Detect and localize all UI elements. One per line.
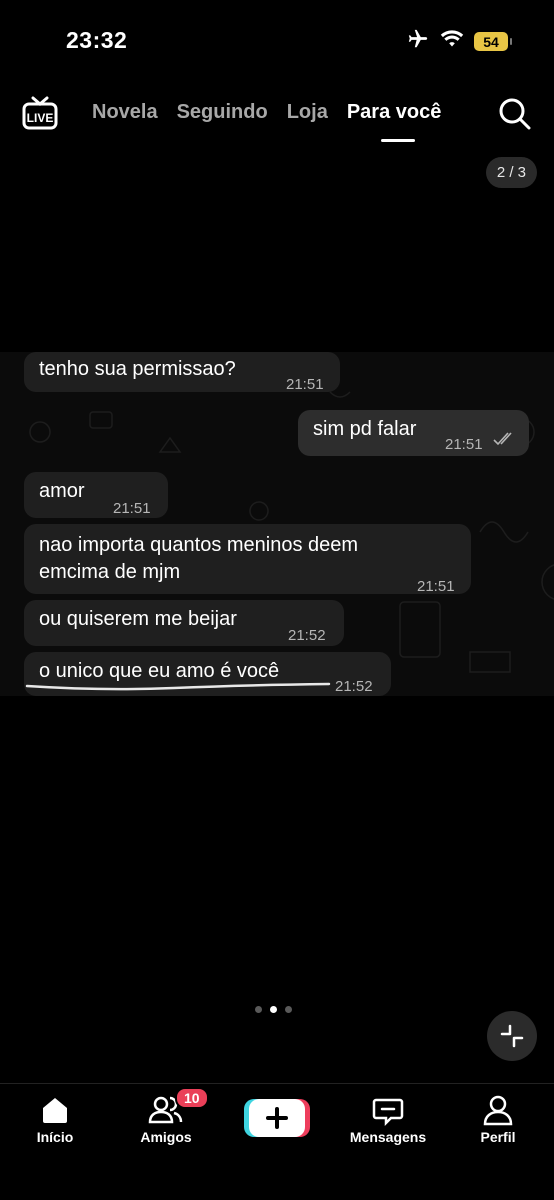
top-tabs: Novela Seguindo Loja Para você	[92, 101, 441, 142]
nav-inicio[interactable]: Início	[5, 1094, 105, 1145]
wifi-icon	[440, 29, 464, 54]
nav-label: Perfil	[480, 1129, 516, 1145]
message-time: 21:51	[113, 500, 151, 517]
tab-para-voce[interactable]: Para você	[347, 101, 441, 142]
message-time: 21:52	[335, 678, 373, 695]
profile-icon	[483, 1095, 513, 1126]
message-time: 21:51	[286, 376, 324, 393]
message-text: amor	[39, 480, 85, 502]
carousel-dot-active[interactable]	[270, 1006, 277, 1013]
airplane-icon	[406, 28, 430, 55]
minimize-icon	[500, 1024, 524, 1048]
tab-seguindo[interactable]: Seguindo	[177, 101, 268, 124]
message-bubble: tenho sua permissao? 21:51	[24, 352, 340, 393]
nav-label: Amigos	[140, 1129, 192, 1145]
tab-novela[interactable]: Novela	[92, 101, 158, 124]
live-label: LIVE	[27, 111, 54, 125]
handwritten-underline	[25, 682, 331, 691]
live-tv-icon[interactable]: LIVE	[22, 96, 58, 137]
tab-loja[interactable]: Loja	[287, 101, 328, 124]
message-time: 21:51	[417, 578, 455, 595]
home-icon	[43, 1098, 67, 1123]
message-bubble-sent: sim pd falar 21:51	[298, 410, 529, 456]
carousel-dot[interactable]	[255, 1006, 262, 1013]
nav-mensagens[interactable]: Mensagens	[338, 1094, 438, 1145]
nav-perfil[interactable]: Perfil	[448, 1094, 548, 1145]
message-bubble: nao importa quantos meninos deem emcima …	[24, 524, 471, 595]
read-checks-icon	[493, 432, 512, 446]
create-plus-icon	[249, 1099, 305, 1137]
notification-badge: 10	[175, 1087, 209, 1109]
battery-level: 54	[483, 33, 499, 50]
message-bubble: ou quiserem me beijar 21:52	[24, 600, 344, 646]
message-text: sim pd falar	[313, 418, 417, 440]
message-text: tenho sua permissao?	[39, 358, 236, 380]
status-time: 23:32	[66, 27, 128, 53]
minimize-button[interactable]	[487, 1011, 537, 1061]
nav-label: Mensagens	[349, 1129, 427, 1145]
search-icon[interactable]	[498, 97, 532, 136]
message-text: ou quiserem me beijar	[39, 608, 237, 630]
chat-screenshot: tenho sua permissao? 21:51 sim pd falar …	[0, 352, 554, 696]
message-time: 21:51	[445, 436, 483, 453]
message-text: nao importa quantos meninos deem emcima …	[39, 534, 359, 583]
create-button[interactable]	[244, 1099, 310, 1137]
messages-icon	[372, 1098, 404, 1126]
app-screen: { "status_bar": { "time": "23:32", "batt…	[0, 0, 554, 1200]
message-time: 21:52	[288, 627, 326, 644]
message-bubble: amor 21:51	[24, 472, 168, 518]
page-counter: 2 / 3	[485, 157, 537, 188]
nav-label: Início	[36, 1129, 74, 1145]
status-icons: 54	[406, 28, 512, 55]
carousel-dots	[255, 1006, 292, 1013]
carousel-dot[interactable]	[285, 1006, 292, 1013]
battery-icon: 54	[474, 32, 512, 51]
